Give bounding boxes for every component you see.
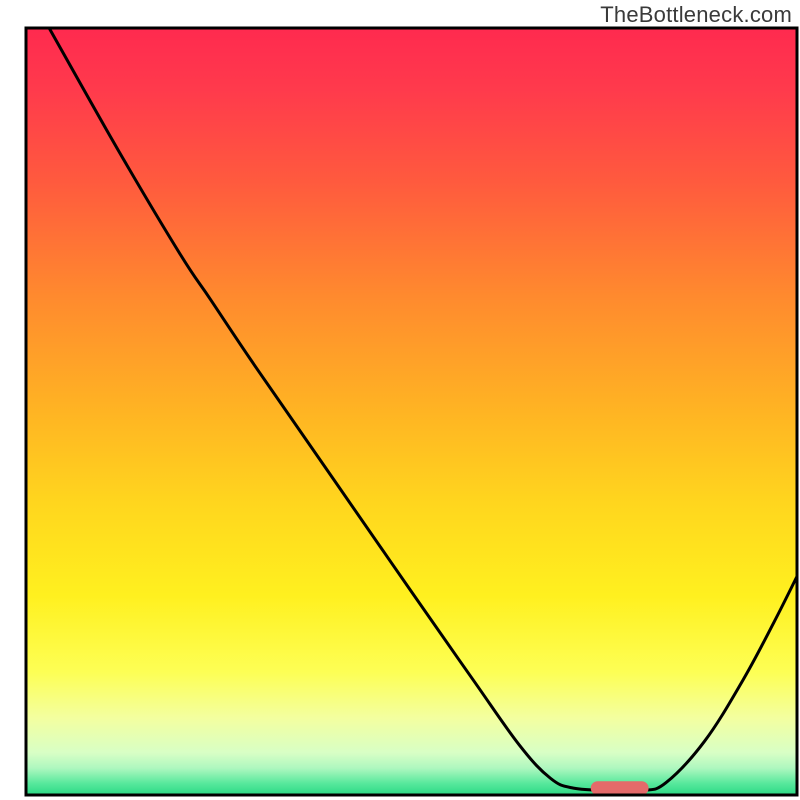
bottleneck-chart xyxy=(0,0,800,800)
gradient-background xyxy=(26,28,797,795)
optimal-marker xyxy=(591,781,649,795)
chart-container: TheBottleneck.com xyxy=(0,0,800,800)
watermark-text: TheBottleneck.com xyxy=(600,2,792,28)
